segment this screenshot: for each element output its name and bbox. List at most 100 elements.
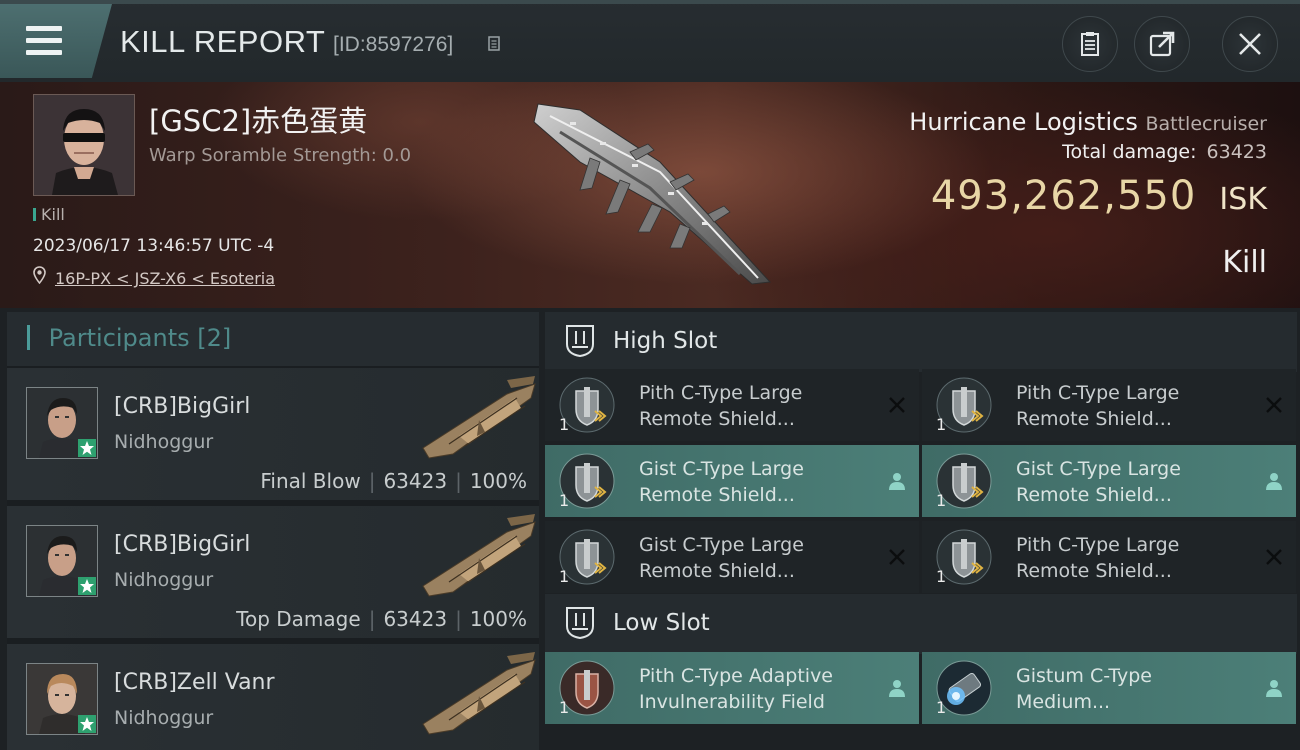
total-damage: Total damage: 63423 — [1062, 141, 1267, 163]
hamburger-menu-icon — [26, 26, 64, 56]
participant-ship-image — [422, 514, 536, 597]
participant-ship: Nidhoggur — [114, 707, 214, 729]
destroyed-x-icon — [1266, 397, 1282, 413]
high-slot-icon — [566, 325, 594, 358]
person-icon — [1266, 473, 1282, 490]
participant-name: [CRB]Zell Vanr — [114, 670, 275, 695]
module-item[interactable]: 1 Pith C-Type Large Remote Shield... — [922, 521, 1296, 593]
destroyed-x-icon — [889, 397, 905, 413]
person-icon — [889, 473, 905, 490]
module-quantity: 1 — [936, 567, 947, 586]
module-quantity: 1 — [559, 698, 570, 717]
person-icon — [1266, 680, 1282, 697]
module-quantity: 1 — [559, 491, 570, 510]
page-title: KILL REPORT — [120, 24, 326, 59]
close-button[interactable] — [1222, 16, 1278, 72]
participant-row[interactable]: [CRB]Zell Vanr Nidhoggur — [7, 644, 539, 750]
module-name-line1: Pith C-Type Large — [1016, 382, 1180, 404]
participant-row[interactable]: [CRB]BigGirl Nidhoggur Top Damage | 63423 |… — [7, 506, 539, 638]
module-name-line1: Pith C-Type Large — [639, 382, 803, 404]
victim-ship[interactable]: Hurricane Logistics Battlecruiser — [909, 108, 1267, 136]
module-quantity: 1 — [936, 698, 947, 717]
kill-result: Kill — [1222, 245, 1267, 280]
victim-ship-name: Hurricane Logistics — [909, 108, 1138, 136]
module-name: Pith C-Type Adaptive Invulnerability Fie… — [639, 663, 879, 715]
participant-role: Top Damage — [236, 607, 361, 631]
destroyed-x-icon — [889, 549, 905, 565]
participant-role: Final Blow — [260, 469, 361, 493]
module-name-line1: Pith C-Type Large — [1016, 534, 1180, 556]
warp-scramble-strength: Warp Soramble Strength: 0.0 — [149, 145, 412, 166]
share-button[interactable] — [1134, 16, 1190, 72]
participant-ship: Nidhoggur — [114, 431, 214, 453]
module-name: Gist C-Type Large Remote Shield... — [639, 532, 879, 584]
victim-ship-class: Battlecruiser — [1145, 113, 1267, 135]
participant-stats: Final Blow | 63423 | 100% — [260, 469, 527, 493]
clipboard-button[interactable] — [1062, 16, 1118, 72]
module-item[interactable]: 1 Pith C-Type Large Remote Shield... — [922, 369, 1296, 441]
victim-avatar[interactable] — [33, 94, 135, 196]
module-item[interactable]: 1 Gist C-Type Large Remote Shield... — [545, 521, 919, 593]
participant-avatar[interactable] — [26, 387, 98, 459]
low-slot-label: Low Slot — [613, 610, 710, 636]
high-slot-label: High Slot — [613, 328, 718, 354]
module-name-line2: Remote Shield... — [639, 560, 795, 582]
total-damage-value: 63423 — [1206, 141, 1267, 163]
copy-icon[interactable] — [488, 36, 502, 53]
participant-stats: Top Damage | 63423 | 100% — [236, 607, 527, 631]
module-name: Pith C-Type Large Remote Shield... — [1016, 380, 1256, 432]
participant-ship-image — [422, 376, 536, 459]
participants-title: Participants [2] — [27, 324, 232, 352]
close-icon — [1239, 33, 1261, 55]
participant-damage: 63423 — [383, 469, 448, 493]
isk-unit: ISK — [1219, 182, 1267, 217]
module-name-line1: Gistum C-Type — [1016, 665, 1152, 687]
module-name-line1: Gist C-Type Large — [1016, 458, 1181, 480]
destroyed-x-icon — [1266, 549, 1282, 565]
module-name-line2: Medium... — [1016, 691, 1111, 713]
participant-ship-image — [422, 652, 536, 735]
module-name-line2: Remote Shield... — [639, 484, 795, 506]
participant-row[interactable]: [CRB]BigGirl Nidhoggur Final Blow | 63423 |… — [7, 368, 539, 500]
module-name-line2: Invulnerability Field — [639, 691, 825, 713]
participant-avatar[interactable] — [26, 525, 98, 597]
star-badge-icon — [78, 577, 96, 595]
high-slot-header: High Slot — [545, 312, 1297, 372]
module-quantity: 1 — [559, 415, 570, 434]
module-quantity: 1 — [936, 491, 947, 510]
location-pin-icon — [33, 266, 46, 284]
low-slot-icon — [566, 607, 594, 640]
module-name-line2: Remote Shield... — [1016, 408, 1172, 430]
module-item[interactable]: 1 Gist C-Type Large Remote Shield... — [922, 445, 1296, 517]
low-slot-header: Low Slot — [545, 594, 1297, 654]
location-link[interactable]: 16P-PX < JSZ-X6 < Esoteria — [55, 269, 275, 288]
module-item[interactable]: 1 Pith C-Type Large Remote Shield... — [545, 369, 919, 441]
participant-percent: 100% — [469, 607, 527, 631]
participant-damage: 63423 — [383, 607, 448, 631]
participant-percent: 100% — [469, 469, 527, 493]
participant-avatar[interactable] — [26, 663, 98, 735]
person-icon — [889, 680, 905, 697]
module-name-line1: Pith C-Type Adaptive — [639, 665, 833, 687]
star-badge-icon — [78, 439, 96, 457]
module-name: Gist C-Type Large Remote Shield... — [1016, 456, 1256, 508]
module-name: Gist C-Type Large Remote Shield... — [639, 456, 879, 508]
kill-id: [ID:8597276] — [333, 33, 454, 56]
module-item[interactable]: 1 Pith C-Type Adaptive Invulnerability F… — [545, 652, 919, 724]
module-item[interactable]: 1 Gist C-Type Large Remote Shield... — [545, 445, 919, 517]
kill-datetime: 2023/06/17 13:46:57 UTC -4 — [33, 236, 275, 256]
victim-ship-image — [533, 103, 772, 285]
module-name: Pith C-Type Large Remote Shield... — [639, 380, 879, 432]
module-name: Pith C-Type Large Remote Shield... — [1016, 532, 1256, 584]
isk-amount: 493,262,550 — [930, 173, 1197, 219]
module-quantity: 1 — [936, 415, 947, 434]
module-name-line1: Gist C-Type Large — [639, 534, 804, 556]
isk-value: 493,262,550 ISK — [931, 173, 1267, 219]
module-quantity: 1 — [559, 567, 570, 586]
participant-ship: Nidhoggur — [114, 569, 214, 591]
kill-tag: Kill — [33, 205, 65, 224]
victim-name[interactable]: [GSC2]赤色蛋黄 — [149, 98, 367, 140]
module-item[interactable]: 1 Gistum C-Type Medium... — [922, 652, 1296, 724]
share-icon — [1149, 31, 1175, 57]
module-name: Gistum C-Type Medium... — [1016, 663, 1256, 715]
